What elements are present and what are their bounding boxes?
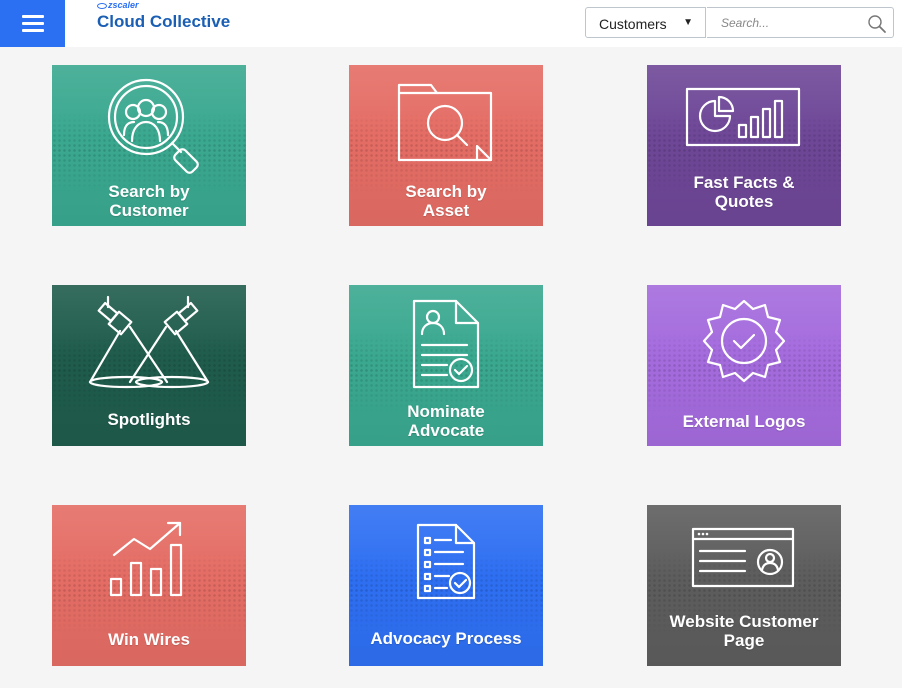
tile-nominate-advocate[interactable]: Nominate Advocate: [349, 285, 543, 446]
tile-label: Search by Customer: [108, 182, 190, 220]
tile-external-logos[interactable]: External Logos: [647, 285, 841, 446]
tile-advocacy-process[interactable]: Advocacy Process: [349, 505, 543, 666]
tile-label: Win Wires: [108, 630, 190, 649]
search-scope-value: Customers: [599, 16, 667, 32]
menu-button[interactable]: [0, 0, 65, 47]
tile-label: Fast Facts & Quotes: [693, 173, 795, 211]
tile-label: External Logos: [682, 412, 806, 431]
tile-label: Spotlights: [107, 410, 191, 429]
search-box: [707, 7, 894, 38]
search-scope-dropdown[interactable]: Customers ▼: [585, 7, 706, 38]
tile-label: Advocacy Process: [370, 629, 522, 648]
caret-down-icon: ▼: [683, 17, 693, 28]
brand-title: Cloud Collective: [97, 12, 231, 31]
tile-spotlights[interactable]: Spotlights: [52, 285, 246, 446]
tile-search-by-customer[interactable]: Search by Customer: [52, 65, 246, 226]
tile-fast-facts-quotes[interactable]: Fast Facts & Quotes: [647, 65, 841, 226]
tile-label: Website Customer Page: [669, 612, 819, 650]
tile-label: Search by Asset: [405, 182, 487, 220]
tile-label: Nominate Advocate: [407, 402, 485, 440]
top-bar: zscaler Cloud Collective Customers ▼: [0, 0, 902, 47]
tile-search-by-asset[interactable]: Search by Asset: [349, 65, 543, 226]
tile-website-customer-page[interactable]: Website Customer Page: [647, 505, 841, 666]
tile-win-wires[interactable]: Win Wires: [52, 505, 246, 666]
zscaler-logo-icon: [97, 2, 107, 9]
hamburger-icon: [21, 15, 44, 32]
brand-company: zscaler: [108, 0, 139, 10]
search-icon[interactable]: [867, 14, 887, 34]
search-input[interactable]: [707, 8, 857, 37]
